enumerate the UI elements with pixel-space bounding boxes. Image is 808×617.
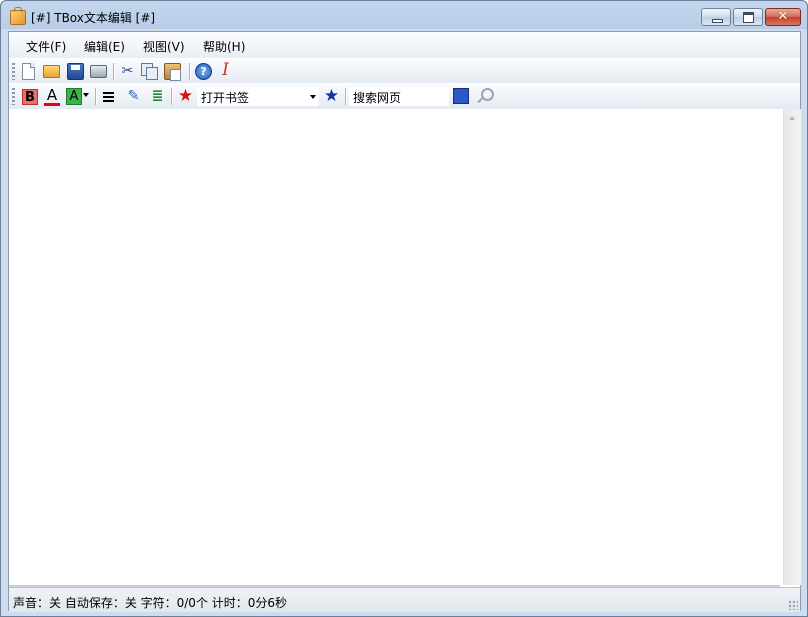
maximize-icon: [734, 9, 762, 25]
text-editor[interactable]: [9, 109, 783, 585]
resize-grip-icon[interactable]: [788, 600, 798, 610]
add-bookmark-star-icon[interactable]: ★: [177, 88, 194, 105]
font-icon[interactable]: I: [217, 62, 234, 80]
search-input-value: 搜索网页: [353, 91, 402, 105]
help-icon[interactable]: ?: [195, 63, 212, 80]
open-folder-icon[interactable]: [43, 65, 60, 78]
toolbar-separator: [113, 63, 115, 80]
toolbar-separator: [171, 88, 173, 105]
toolbar-separator: [189, 63, 191, 80]
search-input[interactable]: 搜索网页: [349, 87, 449, 106]
bookmark-dropdown[interactable]: 打开书签: [197, 87, 319, 106]
menu-edit[interactable]: 编辑(E): [84, 38, 125, 55]
format-toolbar: B A A ✎ ≣ ★ 打开书签 ★ 搜索网页 🐾: [9, 83, 800, 110]
close-icon: ✕: [777, 9, 789, 24]
menu-view[interactable]: 视图(V): [143, 38, 185, 55]
save-icon[interactable]: [67, 63, 84, 80]
highlight-icon[interactable]: A: [66, 88, 82, 105]
new-file-icon[interactable]: [22, 63, 35, 80]
paste-icon[interactable]: [164, 63, 181, 81]
chevron-down-icon[interactable]: [310, 95, 316, 99]
vertical-scrollbar[interactable]: [783, 109, 801, 585]
close-button[interactable]: ✕: [765, 8, 801, 26]
bold-icon[interactable]: B: [22, 89, 38, 105]
maximize-button[interactable]: [733, 8, 763, 26]
client-area: 文件(F) 编辑(E) 视图(V) 帮助(H) ✂ ? I B A A ✎ ≣ …: [8, 31, 801, 612]
toolbar-grip[interactable]: [12, 63, 15, 80]
bookmark-dropdown-value: 打开书签: [201, 91, 250, 105]
toolbar-separator: [345, 88, 347, 105]
app-icon: [10, 7, 26, 25]
status-text: 声音：关 自动保存：关 字符：0/0个 计时：0分6秒: [13, 596, 288, 610]
indent-icon[interactable]: ✎: [125, 88, 142, 105]
toolbar-separator: [95, 88, 97, 105]
title-bar[interactable]: [#] TBox文本编辑 [#] ✕: [1, 1, 807, 31]
copy-icon[interactable]: [141, 63, 158, 80]
highlight-dropdown-arrow-icon[interactable]: [83, 93, 89, 97]
status-bar: 声音：关 自动保存：关 字符：0/0个 计时：0分6秒: [9, 587, 800, 612]
minimize-icon: [702, 9, 730, 25]
scroll-up-arrow-icon[interactable]: [789, 116, 795, 120]
standard-toolbar: ✂ ? I: [9, 58, 800, 84]
menu-help[interactable]: 帮助(H): [203, 38, 245, 55]
bookmark-star-icon[interactable]: ★: [323, 88, 340, 105]
app-window: [#] TBox文本编辑 [#] ✕ 文件(F) 编辑(E) 视图(V) 帮助(…: [0, 0, 808, 617]
tree-icon[interactable]: ≣: [149, 88, 166, 105]
cut-icon[interactable]: ✂: [119, 63, 136, 80]
menu-file[interactable]: 文件(F): [26, 38, 66, 55]
menu-bar: 文件(F) 编辑(E) 视图(V) 帮助(H): [9, 32, 800, 58]
align-icon[interactable]: [103, 92, 114, 102]
magnifier-icon[interactable]: [476, 88, 494, 105]
print-icon[interactable]: [90, 65, 107, 78]
font-color-icon[interactable]: A: [44, 87, 60, 106]
window-title: [#] TBox文本编辑 [#]: [31, 11, 156, 25]
baidu-paw-icon[interactable]: 🐾: [453, 88, 469, 104]
minimize-button[interactable]: [701, 8, 731, 26]
toolbar-grip[interactable]: [12, 88, 15, 105]
